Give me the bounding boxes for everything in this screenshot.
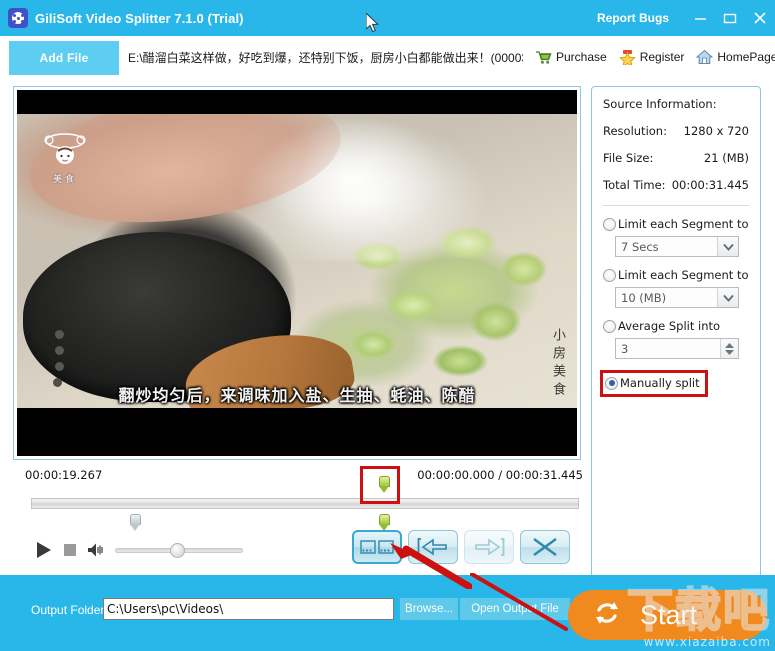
spinner-arrows[interactable]: [720, 339, 738, 358]
video-frame-image: [17, 90, 577, 427]
average-split-spinner[interactable]: 3: [615, 338, 739, 359]
maximize-button[interactable]: [715, 0, 745, 36]
title-bar-right-group: Report Bugs: [597, 0, 775, 36]
marker-time-label: 00:00:19.267: [25, 468, 103, 482]
add-file-button[interactable]: Add File: [9, 40, 119, 75]
resolution-value: 1280 x 720: [683, 124, 749, 138]
info-row-resolution: Resolution: 1280 x 720: [603, 124, 749, 138]
radio-manually-split[interactable]: [605, 376, 618, 390]
red-highlight-marker: [360, 466, 400, 504]
split-option-manual: Manually split: [600, 370, 749, 397]
radio-average-split[interactable]: [603, 319, 616, 333]
frame-pan-holes: [54, 330, 64, 340]
timeline-marker-segment-end[interactable]: [378, 514, 390, 531]
output-folder-label: Output Folder:: [31, 603, 108, 617]
position-total-label: 00:00:00.000 / 00:00:31.445: [417, 468, 583, 482]
video-logo-text: 美食: [52, 175, 77, 185]
info-row-totaltime: Total Time: 00:00:31.445: [603, 178, 749, 192]
loaded-file-path: E:\醋溜白菜这样做，好吃到爆，还特别下饭，厨房小白都能做出来！(00003;: [128, 50, 523, 65]
cart-icon: [535, 50, 552, 65]
panel-divider: [603, 205, 749, 206]
frame-steam: [241, 119, 488, 261]
volume-slider-handle[interactable]: [170, 542, 186, 558]
chevron-down-icon: [725, 349, 734, 355]
split-option-average-row[interactable]: Average Split into: [603, 319, 749, 333]
purchase-link-label: Purchase: [556, 50, 607, 64]
video-channel-logo: 美食: [39, 132, 91, 185]
info-row-filesize: File Size: 21 (MB): [603, 151, 749, 165]
refresh-icon: [592, 598, 622, 633]
letterbox-top: [17, 90, 577, 114]
window-title: GiliSoft Video Splitter 7.1.0 (Trial): [35, 10, 244, 26]
split-option-limit-size: Limit each Segment to 10 (MB): [603, 268, 749, 308]
totaltime-label: Total Time:: [603, 178, 666, 192]
home-icon: [696, 49, 714, 65]
purchase-link[interactable]: Purchase: [535, 50, 607, 65]
minimize-button[interactable]: [685, 0, 715, 36]
chevron-down-icon[interactable]: [717, 288, 738, 307]
limit-size-combo[interactable]: 10 (MB): [615, 287, 739, 308]
timeline-marker-segment-start[interactable]: [129, 514, 141, 531]
homepage-link-label: HomePage: [717, 50, 775, 64]
output-folder-input[interactable]: C:\Users\pc\Videos\: [103, 598, 394, 620]
radio-limit-seconds-label: Limit each Segment to: [618, 217, 749, 231]
star-icon: [618, 49, 636, 65]
timeline-track[interactable]: [31, 498, 579, 509]
volume-icon[interactable]: [83, 538, 109, 562]
start-button-label: Start: [640, 599, 698, 630]
manual-split-highlight-box: Manually split: [600, 370, 708, 397]
limit-seconds-value: 7 Secs: [621, 239, 659, 254]
play-button[interactable]: [31, 538, 57, 562]
start-button[interactable]: Start: [568, 590, 767, 640]
browse-button[interactable]: Browse...: [400, 598, 458, 620]
segment-action-buttons: [352, 530, 570, 564]
video-preview-panel: 美食 小房美食 翻炒均匀后，来调味加入盐、生抽、蚝油、陈醋: [13, 86, 581, 460]
video-subtitle: 翻炒均匀后，来调味加入盐、生抽、蚝油、陈醋: [118, 386, 476, 405]
chevron-up-icon: [725, 342, 734, 348]
totaltime-value: 00:00:31.445: [671, 178, 749, 192]
source-info-heading: Source Information:: [603, 97, 717, 111]
filesize-label: File Size:: [603, 151, 654, 165]
volume-slider[interactable]: [115, 542, 243, 558]
video-stage[interactable]: 美食 小房美食 翻炒均匀后，来调味加入盐、生抽、蚝油、陈醋: [17, 90, 577, 456]
next-segment-button[interactable]: [464, 530, 514, 564]
close-button[interactable]: [745, 0, 775, 36]
report-bugs-link[interactable]: Report Bugs: [597, 11, 669, 25]
radio-limit-seconds[interactable]: [603, 217, 616, 231]
main-content: 美食 小房美食 翻炒均匀后，来调味加入盐、生抽、蚝油、陈醋 00:00:19.2…: [0, 78, 775, 606]
toolbar-links: Purchase Register HomePage: [523, 49, 775, 65]
player-controls: [31, 538, 243, 562]
homepage-link[interactable]: HomePage: [696, 49, 775, 65]
radio-manually-split-label: Manually split: [620, 376, 700, 390]
filesize-value: 21 (MB): [703, 151, 749, 165]
split-option-limit-seconds: Limit each Segment to 7 Secs: [603, 217, 749, 257]
timeline-area: 00:00:19.267 00:00:00.000 / 00:00:31.445: [13, 466, 583, 568]
previous-segment-button[interactable]: [408, 530, 458, 564]
letterbox-bottom: [17, 408, 577, 456]
limit-seconds-combo[interactable]: 7 Secs: [615, 236, 739, 257]
split-option-manual-row[interactable]: Manually split: [605, 376, 700, 390]
app-logo-icon: [8, 8, 28, 28]
stop-button[interactable]: [57, 538, 83, 562]
split-segment-button[interactable]: [352, 530, 402, 564]
split-option-limit-seconds-row[interactable]: Limit each Segment to: [603, 217, 749, 231]
split-option-limit-size-row[interactable]: Limit each Segment to: [603, 268, 749, 282]
limit-size-value: 10 (MB): [621, 290, 667, 305]
open-output-file-button[interactable]: Open Output File: [460, 598, 570, 620]
radio-average-split-label: Average Split into: [618, 319, 721, 333]
average-split-value: 3: [621, 341, 629, 356]
register-link-label: Register: [639, 50, 685, 64]
application-window: GiliSoft Video Splitter 7.1.0 (Trial) Re…: [0, 0, 775, 651]
split-option-average: Average Split into 3: [603, 319, 749, 359]
toolbar: Add File E:\醋溜白菜这样做，好吃到爆，还特别下饭，厨房小白都能做出来…: [0, 36, 775, 78]
radio-limit-size-label: Limit each Segment to: [618, 268, 749, 282]
chevron-down-icon[interactable]: [717, 237, 738, 256]
title-bar: GiliSoft Video Splitter 7.1.0 (Trial) Re…: [0, 0, 775, 36]
resolution-label: Resolution:: [603, 124, 667, 138]
register-link[interactable]: Register: [618, 49, 685, 65]
radio-limit-size[interactable]: [603, 268, 616, 282]
source-info-panel: Source Information: Resolution: 1280 x 7…: [591, 86, 761, 606]
delete-segment-button[interactable]: [520, 530, 570, 564]
